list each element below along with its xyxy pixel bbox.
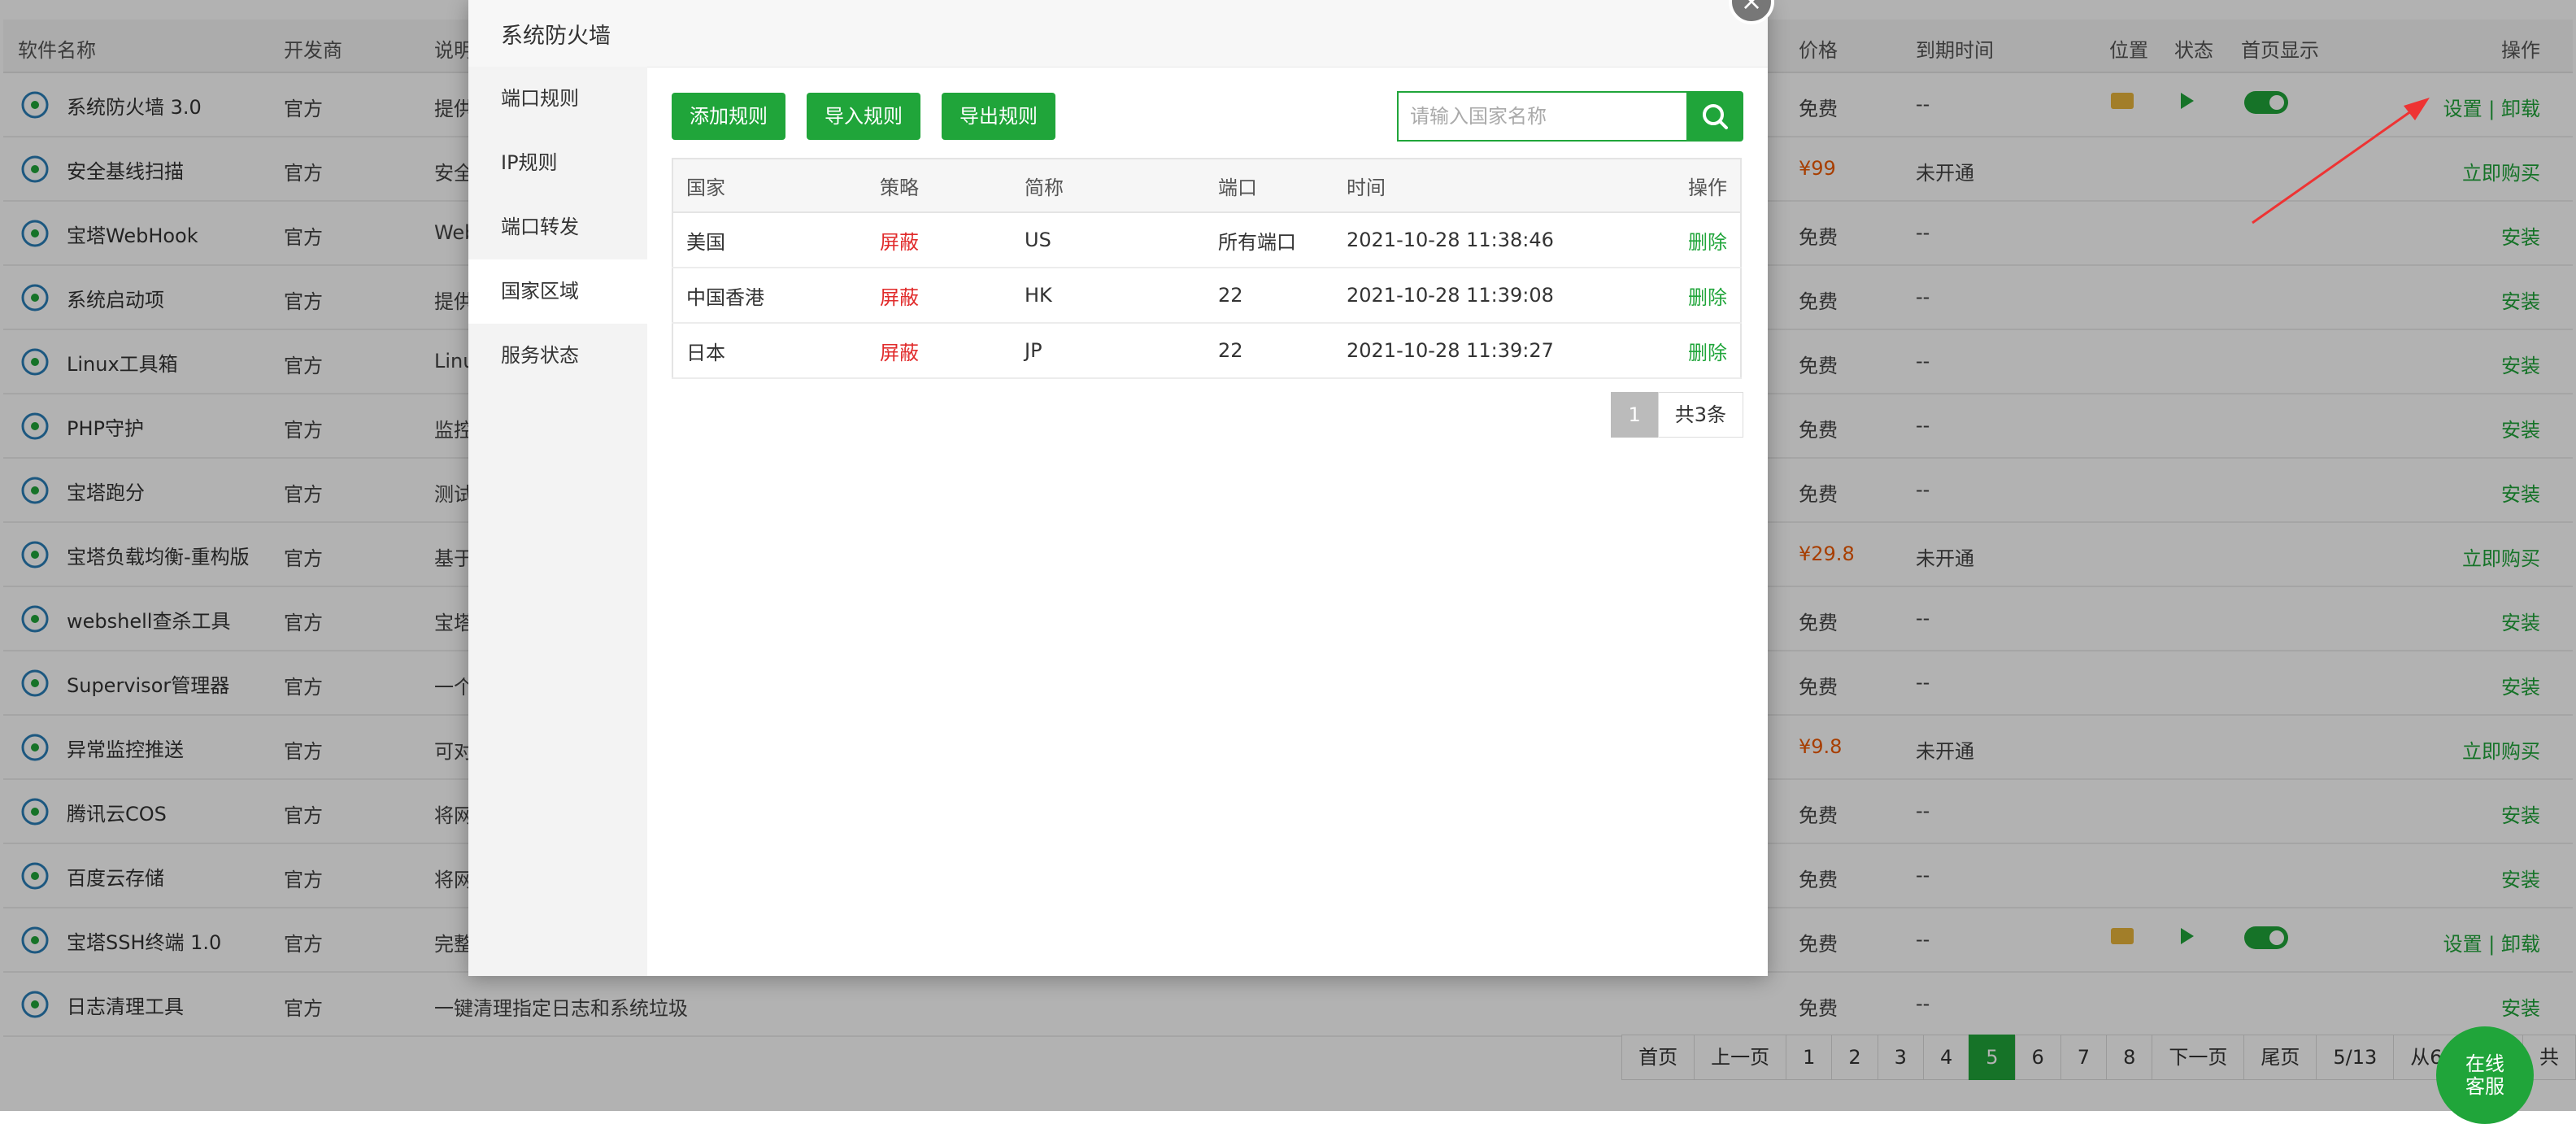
rule-strategy: 屏蔽 bbox=[867, 323, 1012, 379]
rule-time: 2021-10-28 11:39:08 bbox=[1334, 268, 1651, 324]
rule-code: HK bbox=[1012, 268, 1205, 324]
tab-country-region[interactable]: 国家区域 bbox=[468, 259, 647, 324]
tab-port-rules[interactable]: 端口规则 bbox=[468, 67, 647, 131]
online-support-button[interactable]: 在线 客服 bbox=[2436, 1026, 2534, 1124]
table-row: 中国香港 屏蔽 HK 22 2021-10-28 11:39:08 删除 bbox=[672, 268, 1741, 324]
delete-button[interactable]: 删除 bbox=[1651, 212, 1741, 268]
th-strategy: 策略 bbox=[867, 159, 1012, 213]
modal-pagination: 1 共3条 bbox=[1611, 392, 1743, 438]
total-count: 共3条 bbox=[1657, 392, 1743, 438]
th-country: 国家 bbox=[672, 159, 867, 213]
rule-time: 2021-10-28 11:38:46 bbox=[1334, 212, 1651, 268]
modal-title: 系统防火墙 bbox=[501, 24, 611, 49]
table-row: 美国 屏蔽 US 所有端口 2021-10-28 11:38:46 删除 bbox=[672, 212, 1741, 268]
delete-button[interactable]: 删除 bbox=[1651, 323, 1741, 379]
rule-port: 所有端口 bbox=[1205, 212, 1334, 268]
firewall-modal: 系统防火墙 × 端口规则 IP规则 端口转发 国家区域 服务状态 添加规则 导入… bbox=[468, 0, 1774, 976]
chat-line-1: 在线 bbox=[2465, 1052, 2504, 1075]
rule-country: 日本 bbox=[672, 323, 867, 379]
tab-ip-rules[interactable]: IP规则 bbox=[468, 131, 647, 195]
rule-port: 22 bbox=[1205, 268, 1334, 324]
rule-code: US bbox=[1012, 212, 1205, 268]
tab-port-forward[interactable]: 端口转发 bbox=[468, 195, 647, 259]
modal-sidebar: 端口规则 IP规则 端口转发 国家区域 服务状态 bbox=[468, 67, 647, 976]
country-search-input[interactable] bbox=[1397, 91, 1711, 142]
import-rule-button[interactable]: 导入规则 bbox=[807, 93, 920, 140]
add-rule-button[interactable]: 添加规则 bbox=[672, 93, 785, 140]
table-row: 日本 屏蔽 JP 22 2021-10-28 11:39:27 删除 bbox=[672, 323, 1741, 379]
page-1[interactable]: 1 bbox=[1611, 392, 1658, 438]
rule-strategy: 屏蔽 bbox=[867, 268, 1012, 324]
modal-title-bar: 系统防火墙 bbox=[468, 0, 1768, 68]
th-time: 时间 bbox=[1334, 159, 1651, 213]
rule-time: 2021-10-28 11:39:27 bbox=[1334, 323, 1651, 379]
th-code: 简称 bbox=[1012, 159, 1205, 213]
export-rule-button[interactable]: 导出规则 bbox=[942, 93, 1055, 140]
th-port: 端口 bbox=[1205, 159, 1334, 213]
search-icon bbox=[1703, 104, 1728, 129]
rule-code: JP bbox=[1012, 323, 1205, 379]
chat-line-2: 客服 bbox=[2465, 1075, 2504, 1098]
rule-strategy: 屏蔽 bbox=[867, 212, 1012, 268]
modal-content: 添加规则 导入规则 导出规则 国家 策略 简称 端口 时间 操作 bbox=[647, 67, 1768, 976]
delete-button[interactable]: 删除 bbox=[1651, 268, 1741, 324]
tab-service-status[interactable]: 服务状态 bbox=[468, 324, 647, 388]
rule-country: 美国 bbox=[672, 212, 867, 268]
country-search bbox=[1397, 91, 1743, 142]
red-arrow-annotation bbox=[2252, 98, 2430, 224]
th-operation: 操作 bbox=[1651, 159, 1741, 213]
rule-port: 22 bbox=[1205, 323, 1334, 379]
search-button[interactable] bbox=[1686, 91, 1743, 142]
rule-country: 中国香港 bbox=[672, 268, 867, 324]
country-rules-table: 国家 策略 简称 端口 时间 操作 美国 屏蔽 US 所有端口 2021-10-28 1… bbox=[672, 158, 1742, 379]
